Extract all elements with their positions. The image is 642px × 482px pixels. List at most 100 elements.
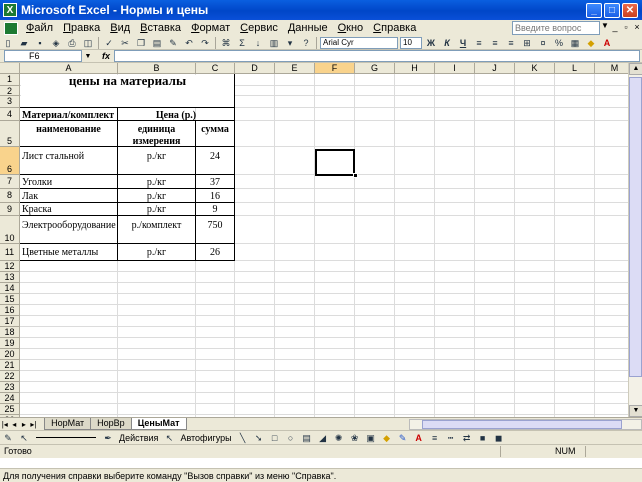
3d-icon[interactable]: ◼ xyxy=(492,432,506,444)
merge-center-icon[interactable]: ⊞ xyxy=(520,37,534,49)
help-search-input[interactable]: Введите вопрос xyxy=(512,21,600,35)
pointer-icon[interactable]: ↖ xyxy=(17,432,31,444)
column-header-c[interactable]: C xyxy=(196,63,235,74)
row-header-1[interactable]: 1 xyxy=(0,74,20,86)
column-header-g[interactable]: G xyxy=(355,63,395,74)
undo-icon[interactable]: ↶ xyxy=(182,37,196,49)
scroll-down-icon[interactable]: ▼ xyxy=(629,405,642,417)
shadow-icon[interactable]: ■ xyxy=(476,432,490,444)
diagram-icon[interactable]: ✺ xyxy=(332,432,346,444)
paste-icon[interactable]: ▤ xyxy=(150,37,164,49)
first-sheet-icon[interactable]: |◂ xyxy=(0,420,10,429)
row-header-13[interactable]: 13 xyxy=(0,272,20,283)
minimize-button[interactable]: _ xyxy=(586,2,602,18)
row-header-4[interactable]: 4 xyxy=(0,108,20,121)
line-style-picker[interactable] xyxy=(36,437,96,438)
menu-edit[interactable]: Правка xyxy=(58,22,105,34)
row-header-20[interactable]: 20 xyxy=(0,349,20,360)
fill-color-icon[interactable]: ◆ xyxy=(380,432,394,444)
clipart-icon[interactable]: ❀ xyxy=(348,432,362,444)
print-preview-icon[interactable]: ◫ xyxy=(81,37,95,49)
tab-cenymat[interactable]: ЦеныМат xyxy=(130,418,187,430)
borders-icon[interactable]: ▦ xyxy=(568,37,582,49)
row-header-18[interactable]: 18 xyxy=(0,327,20,338)
vertical-scroll-thumb[interactable] xyxy=(629,77,642,377)
row-header-7[interactable]: 7 xyxy=(0,175,20,189)
row-header-16[interactable]: 16 xyxy=(0,305,20,316)
close-button[interactable]: ✕ xyxy=(622,2,638,18)
last-sheet-icon[interactable]: ▸| xyxy=(29,420,39,429)
sort-ascending-icon[interactable]: ↓ xyxy=(251,37,265,49)
format-painter-icon[interactable]: ✎ xyxy=(166,37,180,49)
row-header-19[interactable]: 19 xyxy=(0,338,20,349)
tab-normat[interactable]: НорМат xyxy=(44,418,92,430)
column-header-k[interactable]: K xyxy=(515,63,555,74)
open-icon[interactable]: ▰ xyxy=(17,37,31,49)
row-header-8[interactable]: 8 xyxy=(0,189,20,203)
menu-file[interactable]: Файл xyxy=(21,22,58,34)
oval-icon[interactable]: ○ xyxy=(284,432,298,444)
row-header-25[interactable]: 25 xyxy=(0,404,20,415)
menu-window[interactable]: Окно xyxy=(333,22,369,34)
rectangle-icon[interactable]: □ xyxy=(268,432,282,444)
row-header-15[interactable]: 15 xyxy=(0,294,20,305)
vertical-scrollbar[interactable]: ▲ ▼ xyxy=(628,63,642,417)
percent-button[interactable]: % xyxy=(552,37,566,49)
row-header-11[interactable]: 11 xyxy=(0,244,20,261)
formula-input[interactable] xyxy=(114,50,640,62)
cut-icon[interactable]: ✂ xyxy=(118,37,132,49)
chart-wizard-icon[interactable]: ▥ xyxy=(267,37,281,49)
draw-menu-icon[interactable]: ✎ xyxy=(1,432,15,444)
prev-sheet-icon[interactable]: ◂ xyxy=(10,420,20,429)
doc-restore-button[interactable]: ▫ xyxy=(621,21,631,33)
redo-icon[interactable]: ↷ xyxy=(198,37,212,49)
column-header-l[interactable]: L xyxy=(555,63,595,74)
font-size-select[interactable]: 10 xyxy=(400,36,422,49)
copy-icon[interactable]: ❐ xyxy=(134,37,148,49)
line-color-icon[interactable]: ✎ xyxy=(396,432,410,444)
autosum-icon[interactable]: Σ xyxy=(235,37,249,49)
dash-style-icon[interactable]: ┅ xyxy=(444,432,458,444)
menu-data[interactable]: Данные xyxy=(283,22,333,34)
spelling-icon[interactable]: ✓ xyxy=(102,37,116,49)
name-box[interactable]: F6 xyxy=(4,50,82,62)
menu-view[interactable]: Вид xyxy=(105,22,135,34)
fill-handle[interactable] xyxy=(353,173,358,178)
align-left-icon[interactable]: ≡ xyxy=(472,37,486,49)
font-color-icon[interactable]: A xyxy=(600,37,614,49)
doc-close-button[interactable]: × xyxy=(632,21,642,33)
tab-norvr[interactable]: НорВр xyxy=(90,418,132,430)
menu-insert[interactable]: Вставка xyxy=(135,22,186,34)
print-icon[interactable]: ⎙ xyxy=(65,37,79,49)
actions-menu[interactable]: Действия xyxy=(119,433,158,443)
wordart-icon[interactable]: ◢ xyxy=(316,432,330,444)
row-header-12[interactable]: 12 xyxy=(0,261,20,272)
arrow-style-icon[interactable]: ⇄ xyxy=(460,432,474,444)
autoshapes-menu[interactable]: Автофигуры xyxy=(180,433,231,443)
hyperlink-icon[interactable]: ⌘ xyxy=(219,37,233,49)
menu-help[interactable]: Справка xyxy=(368,22,421,34)
worksheet-grid[interactable]: A B C D E F G H I J K L M 1 2 3 4 5 6 7 … xyxy=(0,63,628,417)
row-header-3[interactable]: 3 xyxy=(0,96,20,108)
textbox-icon[interactable]: ▤ xyxy=(300,432,314,444)
row-header-14[interactable]: 14 xyxy=(0,283,20,294)
column-header-d[interactable]: D xyxy=(235,63,275,74)
workbook-icon[interactable] xyxy=(4,21,18,35)
horizontal-scroll-thumb[interactable] xyxy=(421,419,622,429)
active-cell-f6[interactable] xyxy=(315,149,355,176)
column-header-i[interactable]: I xyxy=(435,63,475,74)
align-right-icon[interactable]: ≡ xyxy=(504,37,518,49)
column-header-e[interactable]: E xyxy=(275,63,315,74)
row-header-24[interactable]: 24 xyxy=(0,393,20,404)
row-header-6[interactable]: 6 xyxy=(0,147,20,175)
maximize-button[interactable]: □ xyxy=(604,2,620,18)
help-icon[interactable]: ? xyxy=(299,37,313,49)
underline-button[interactable]: Ч xyxy=(456,37,470,49)
row-header-22[interactable]: 22 xyxy=(0,371,20,382)
zoom-icon[interactable]: ▾ xyxy=(283,37,297,49)
align-center-icon[interactable]: ≡ xyxy=(488,37,502,49)
save-icon[interactable]: ▪ xyxy=(33,37,47,49)
chevron-down-icon[interactable]: ▼ xyxy=(601,21,609,30)
bold-button[interactable]: Ж xyxy=(424,37,438,49)
arrow-icon[interactable]: ➘ xyxy=(252,432,266,444)
